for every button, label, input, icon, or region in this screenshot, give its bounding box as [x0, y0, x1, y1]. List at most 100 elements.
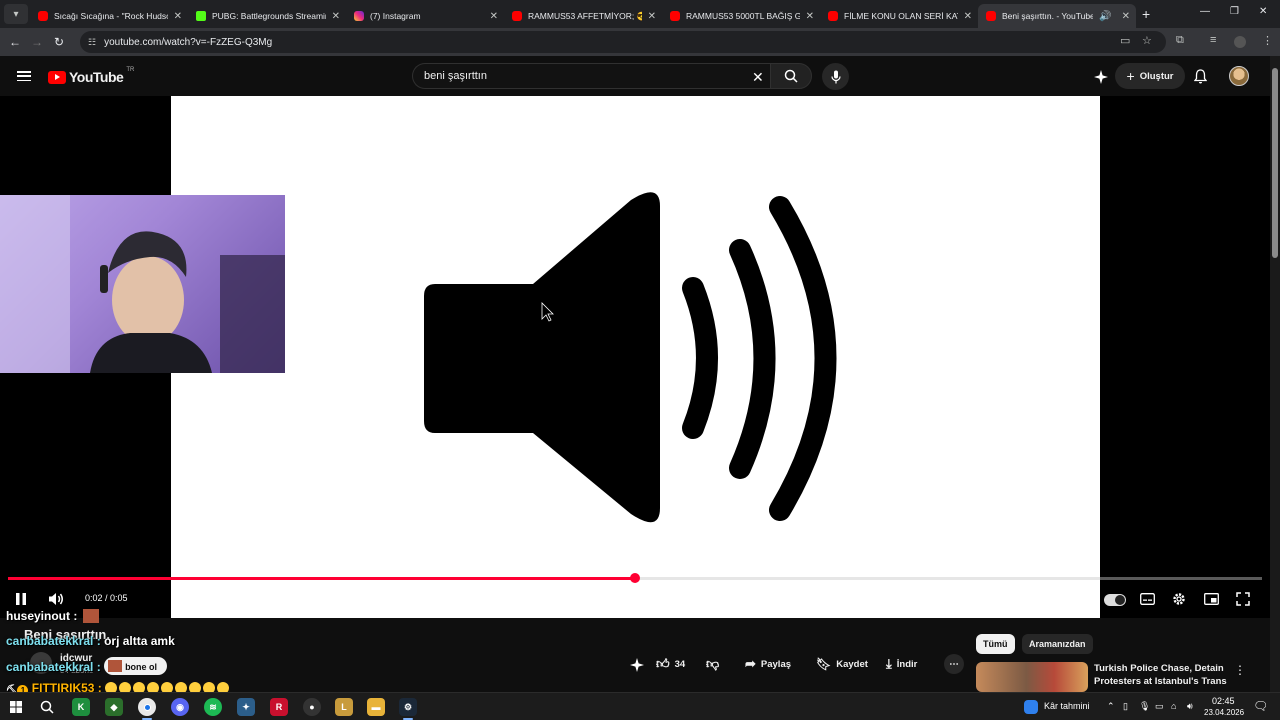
ask-sparkle-icon[interactable]	[630, 658, 644, 672]
browser-tab[interactable]: (7) Instagram ✕	[346, 4, 504, 28]
create-button[interactable]: + Oluştur	[1115, 63, 1185, 89]
more-vert-icon[interactable]: ⋮	[1234, 663, 1246, 677]
address-bar[interactable]: ☷ youtube.com/watch?v=-FzZEG-Q3Mg	[80, 31, 1166, 53]
chat-username: canbabatekkral :	[6, 660, 101, 674]
close-icon[interactable]: ✕	[332, 11, 340, 22]
browser-menu-icon[interactable]: ⋮	[1262, 34, 1273, 47]
search-icon[interactable]	[40, 700, 54, 714]
chip-from-search[interactable]: Aramanızdan	[1022, 634, 1093, 654]
speaker-illustration	[424, 192, 837, 523]
weather-icon[interactable]	[1024, 700, 1038, 714]
close-icon[interactable]: ✕	[648, 11, 656, 22]
network-app-icon[interactable]: ✦	[237, 698, 255, 716]
subscribe-button[interactable]: bone ol	[104, 657, 168, 675]
account-avatar[interactable]	[1229, 66, 1249, 86]
volume-icon[interactable]: 🔊︎	[1187, 701, 1193, 712]
country-code: TR	[126, 67, 135, 73]
tray-chevron-icon[interactable]: ⌃	[1107, 701, 1115, 712]
sparkle-icon[interactable]	[1094, 70, 1108, 84]
profile-avatar[interactable]	[1234, 36, 1246, 48]
microphone-icon[interactable]: 🎙︎	[1139, 701, 1150, 712]
weather-text[interactable]: Kâr tahmini	[1044, 701, 1090, 711]
search-input[interactable]: beni şaşırttın	[412, 63, 770, 89]
clear-search-icon[interactable]: ✕	[752, 69, 764, 86]
browser-tab[interactable]: PUBG: Battlegrounds Streaming ✕	[188, 4, 346, 28]
kick-app-icon[interactable]: K	[72, 698, 90, 716]
file-explorer-icon[interactable]: ▬	[367, 698, 385, 716]
subtitles-icon[interactable]	[1140, 593, 1155, 605]
tab-title: (7) Instagram	[370, 11, 421, 21]
fullscreen-icon[interactable]	[1236, 592, 1250, 606]
page-scrollbar[interactable]	[1270, 56, 1280, 692]
close-icon[interactable]: ✕	[964, 11, 972, 22]
notifications-bell-icon[interactable]	[1194, 69, 1207, 84]
miniplayer-icon[interactable]	[1204, 593, 1219, 605]
browser-tab[interactable]: RAMMUS53 5000TL BAĞIŞ GELİ ✕	[662, 4, 820, 28]
windows-taskbar: K ◆ ◉ ≋ ✦ R ● L ▬ ⚙ Kâr tahmini ⌃ ▯ 🎙︎ ▭…	[0, 692, 1280, 720]
youtube-icon	[986, 11, 996, 21]
volume-icon[interactable]	[48, 592, 64, 606]
windows-start-icon[interactable]	[10, 701, 22, 713]
close-icon[interactable]: ✕	[806, 11, 814, 22]
dislike-button[interactable]: 👎︎	[706, 653, 719, 675]
search-button[interactable]	[770, 63, 812, 89]
site-info-icon[interactable]: ☷	[88, 37, 96, 48]
browser-tab[interactable]: RAMMUS53 AFFETMİYOR; 😎 ✕	[504, 4, 662, 28]
browser-tab-active[interactable]: Beni şaşırttın. - YouTube 🔊 ✕	[978, 4, 1136, 28]
menu-icon[interactable]	[17, 71, 31, 81]
tray-app-icon[interactable]: ▯	[1123, 701, 1128, 712]
speaker-icon[interactable]: 🔊	[1099, 11, 1111, 22]
voice-search-button[interactable]	[822, 63, 849, 90]
more-actions-button[interactable]: ⋯	[944, 654, 964, 674]
bookmark-star-icon[interactable]: ☆	[1142, 34, 1152, 47]
minimize-button[interactable]: —	[1200, 6, 1210, 17]
browser-tab[interactable]: FİLME KONU OLAN SERİ KATİL ✕	[820, 4, 978, 28]
game-app-icon[interactable]: ◆	[105, 698, 123, 716]
forward-icon[interactable]: →	[26, 35, 48, 49]
media-control-icon[interactable]: ≡	[1210, 34, 1216, 46]
clock-date[interactable]: 23.04.2026	[1204, 708, 1244, 717]
youtube-play-icon	[48, 70, 66, 84]
install-app-icon[interactable]: ▭	[1120, 34, 1130, 47]
network-icon[interactable]: ⌂	[1171, 701, 1176, 711]
autoplay-toggle[interactable]	[1104, 594, 1126, 606]
discord-icon[interactable]: ◉	[171, 698, 189, 716]
youtube-icon	[512, 11, 522, 21]
scrollbar-thumb[interactable]	[1272, 68, 1278, 258]
video-frame[interactable]	[171, 96, 1100, 618]
clock-time[interactable]: 02:45	[1212, 696, 1235, 706]
new-tab-button[interactable]: +	[1142, 6, 1150, 22]
chrome-icon[interactable]	[138, 698, 156, 716]
pause-icon[interactable]	[14, 592, 28, 606]
close-icon[interactable]: ✕	[1122, 11, 1130, 22]
like-button[interactable]: 👍︎ 34	[656, 653, 685, 675]
obs-icon[interactable]: ●	[303, 698, 321, 716]
recommendation-thumbnail[interactable]	[976, 662, 1088, 692]
bookmark-icon: 🔖︎	[816, 657, 832, 671]
settings-gear-icon[interactable]	[1172, 592, 1186, 606]
close-icon[interactable]: ✕	[174, 11, 182, 22]
browser-tab[interactable]: Sıcağı Sıcağına - "Rock Hudson" ✕	[30, 4, 188, 28]
reload-icon[interactable]: ↻	[48, 35, 70, 49]
share-button[interactable]: ➦ Paylaş	[745, 653, 791, 675]
riot-app-icon[interactable]: R	[270, 698, 288, 716]
tab-search-button[interactable]: ▾	[4, 4, 28, 24]
video-player[interactable]: 0:02 / 0:05	[0, 96, 1270, 618]
save-button[interactable]: 🔖︎ Kaydet	[816, 653, 868, 675]
restore-button[interactable]: ❐	[1230, 6, 1239, 17]
window-close-button[interactable]: ✕	[1259, 6, 1267, 17]
steam-icon[interactable]: ⚙	[399, 698, 417, 716]
download-button[interactable]: ⤓ İndir	[886, 653, 917, 675]
spotify-icon[interactable]: ≋	[204, 698, 222, 716]
scrubber-handle[interactable]	[630, 573, 640, 583]
tray-display-icon[interactable]: ▭	[1155, 701, 1164, 712]
extensions-icon[interactable]: ⧉	[1176, 34, 1184, 47]
chip-all[interactable]: Tümü	[976, 634, 1015, 654]
youtube-logo[interactable]: YouTube TR	[48, 67, 135, 85]
league-icon[interactable]: L	[335, 698, 353, 716]
search-query: beni şaşırttın	[424, 70, 487, 82]
back-icon[interactable]: ←	[4, 35, 26, 49]
notifications-icon[interactable]: 🗨︎	[1253, 699, 1268, 713]
close-icon[interactable]: ✕	[490, 11, 498, 22]
progress-bar[interactable]	[8, 573, 1262, 583]
